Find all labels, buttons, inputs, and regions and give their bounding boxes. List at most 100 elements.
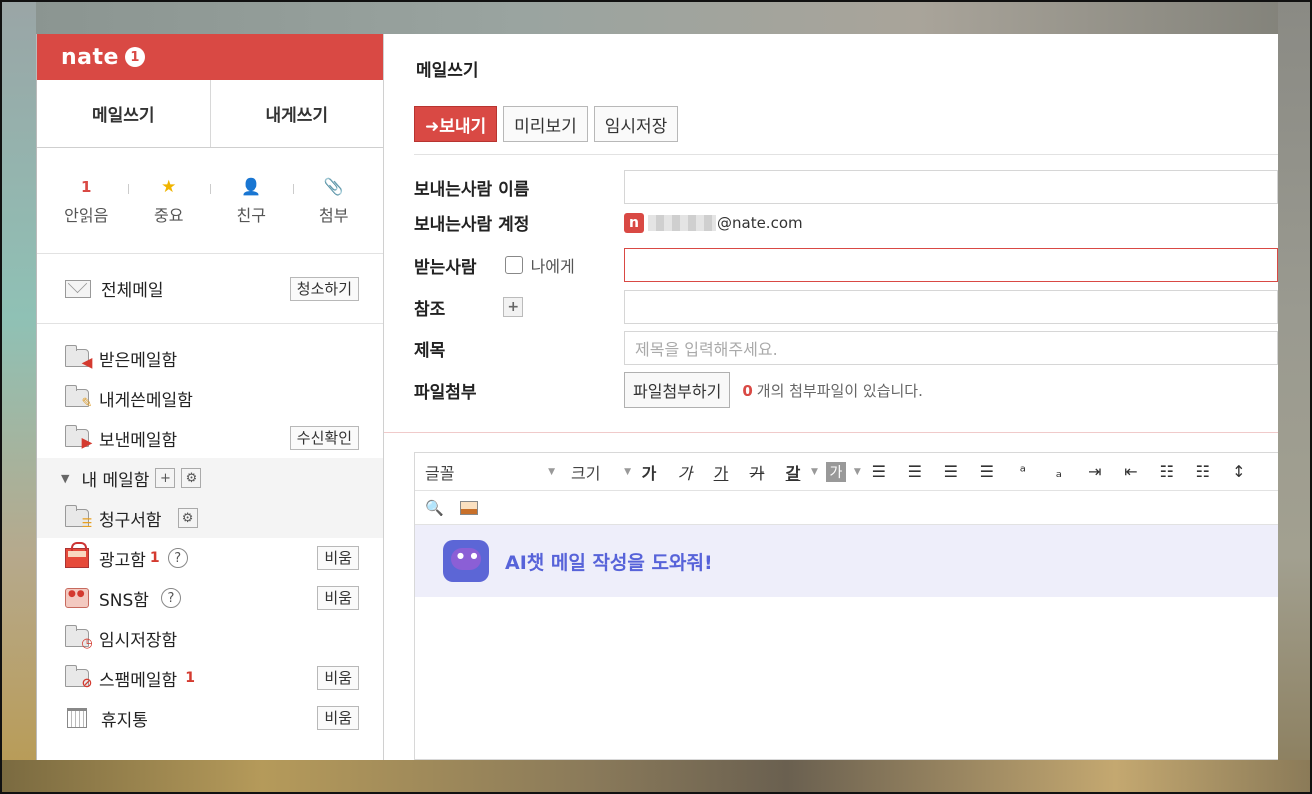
folder-sent[interactable]: ▶ 보낸메일함 수신확인 bbox=[37, 418, 383, 458]
add-folder-icon[interactable]: + bbox=[155, 468, 176, 488]
cc-input[interactable] bbox=[624, 290, 1278, 324]
folder-list: ◀ 받은메일함 ✎ 내게쓴메일함 ▶ 보낸메일함 수신확인 ▼ 내 메일함 + … bbox=[37, 324, 383, 738]
sender-account-label: 보내는사람 계정 bbox=[414, 215, 530, 235]
folder-ads[interactable]: 광고함 1 ? 비움 bbox=[37, 538, 383, 578]
folder-spam[interactable]: ⊘ 스팸메일함 1 비움 bbox=[37, 658, 383, 698]
collapse-caret-icon[interactable]: ▼ bbox=[61, 472, 69, 485]
attachment-label: 파일첨부 bbox=[414, 382, 477, 403]
section-divider bbox=[384, 432, 1278, 433]
highlight-icon[interactable]: 가 bbox=[825, 461, 846, 482]
quick-label: 친구 bbox=[236, 205, 266, 225]
attachment-row: 파일첨부 파일첨부하기 0 개의 첨부파일이 있습니다. bbox=[414, 372, 1278, 408]
recipient-label-text: 받는사람 bbox=[414, 257, 477, 278]
empty-button[interactable]: 비움 bbox=[317, 546, 359, 570]
bills-folder-icon: ☰ bbox=[65, 505, 92, 530]
attachment-count: 0 bbox=[742, 381, 753, 400]
folder-bills[interactable]: ☰ 청구서함 ⚙ bbox=[37, 498, 383, 538]
numbered-list-icon[interactable]: ☷ bbox=[1185, 462, 1221, 481]
ai-assist-banner[interactable]: AI챗 메일 작성을 도와줘! bbox=[415, 525, 1278, 597]
inbox-folder-icon: ◀ bbox=[65, 345, 92, 371]
outdent-icon[interactable]: ⇤ bbox=[1113, 462, 1149, 481]
clean-button[interactable]: 청소하기 bbox=[289, 276, 359, 301]
editor-toolbar-secondary: 🔍 bbox=[415, 491, 1278, 525]
quick-unread[interactable]: 1 안읽음 bbox=[45, 176, 128, 226]
background-right bbox=[1278, 0, 1312, 794]
empty-button[interactable]: 비움 bbox=[317, 586, 359, 610]
chevron-down-icon[interactable]: ▼ bbox=[854, 467, 861, 477]
ai-chat-icon bbox=[443, 540, 489, 582]
font-select[interactable]: 글꼴 ▼ bbox=[425, 460, 563, 484]
folder-label: SNS함 bbox=[99, 590, 149, 611]
preview-button[interactable]: 미리보기 bbox=[503, 106, 588, 142]
align-left-icon[interactable]: ☰ bbox=[861, 462, 897, 481]
attachment-info-text: 개의 첨부파일이 있습니다. bbox=[756, 381, 923, 400]
align-right-icon[interactable]: ☰ bbox=[933, 462, 969, 481]
paperclip-icon: 📎 bbox=[323, 177, 344, 196]
help-icon[interactable]: ? bbox=[167, 548, 188, 568]
subject-label: 제목 bbox=[414, 340, 446, 361]
sender-account-row: 보내는사람 계정 n @nate.com bbox=[414, 210, 1278, 235]
chevron-down-icon[interactable]: ▼ bbox=[811, 467, 818, 477]
nate-logo[interactable]: nate bbox=[61, 45, 119, 70]
line-height-icon[interactable]: ↕ bbox=[1221, 462, 1257, 481]
superscript-icon[interactable]: ᵃ bbox=[1005, 462, 1041, 481]
folder-label: 임시저장함 bbox=[99, 630, 178, 651]
background-top bbox=[0, 0, 1312, 34]
all-mail-row[interactable]: 전체메일 청소하기 bbox=[37, 254, 383, 324]
subscript-icon[interactable]: ₐ bbox=[1041, 462, 1077, 481]
cc-label-text: 참조 bbox=[414, 299, 446, 320]
self-sent-folder-icon: ✎ bbox=[65, 385, 92, 411]
compose-button[interactable]: 메일쓰기 bbox=[37, 80, 210, 147]
brand-bar: nate 1 bbox=[37, 34, 383, 80]
underline-icon[interactable]: 가 bbox=[703, 460, 739, 484]
add-cc-icon[interactable]: + bbox=[503, 297, 524, 317]
all-mail-label: 전체메일 bbox=[101, 281, 164, 301]
read-receipt-button[interactable]: 수신확인 bbox=[289, 426, 359, 450]
help-icon[interactable]: ? bbox=[160, 588, 181, 608]
ads-count: 1 bbox=[149, 550, 160, 566]
justify-icon[interactable]: ☰ bbox=[969, 462, 1005, 481]
sender-name-input[interactable] bbox=[624, 170, 1278, 204]
ai-assist-text: AI챗 메일 작성을 도와줘! bbox=[505, 551, 713, 574]
folder-label: 휴지통 bbox=[101, 710, 148, 731]
folder-inbox[interactable]: ◀ 받은메일함 bbox=[37, 338, 383, 378]
gear-icon[interactable]: ⚙ bbox=[181, 468, 202, 488]
image-icon[interactable] bbox=[459, 500, 478, 515]
recipient-input[interactable] bbox=[624, 248, 1278, 282]
folder-my-mailbox[interactable]: ▼ 내 메일함 + ⚙ bbox=[37, 458, 383, 498]
attachment-info: 0 개의 첨부파일이 있습니다. bbox=[742, 380, 923, 401]
to-me-checkbox[interactable] bbox=[504, 256, 523, 274]
save-draft-button[interactable]: 임시저장 bbox=[593, 106, 679, 142]
page-title: 메일쓰기 bbox=[416, 61, 479, 81]
folder-trash[interactable]: 휴지통 비움 bbox=[37, 698, 383, 738]
folder-label: 받은메일함 bbox=[99, 350, 178, 371]
subject-input[interactable]: 제목을 입력해주세요. bbox=[624, 331, 1278, 365]
send-button[interactable]: ➜보내기 bbox=[414, 106, 498, 142]
quick-friends[interactable]: 👤 친구 bbox=[210, 176, 293, 226]
empty-button[interactable]: 비움 bbox=[317, 706, 359, 730]
folder-self-sent[interactable]: ✎ 내게쓴메일함 bbox=[37, 378, 383, 418]
notification-badge[interactable]: 1 bbox=[124, 47, 145, 67]
attach-file-button[interactable]: 파일첨부하기 bbox=[624, 372, 731, 408]
write-to-self-button[interactable]: 내게쓰기 bbox=[209, 80, 383, 147]
size-select[interactable]: 크기 ▼ bbox=[571, 460, 631, 484]
sender-name-row: 보내는사람 이름 bbox=[414, 170, 1278, 204]
quick-attachments[interactable]: 📎 첨부 bbox=[292, 176, 376, 226]
quick-important[interactable]: ★ 중요 bbox=[127, 176, 211, 226]
indent-icon[interactable]: ⇥ bbox=[1077, 462, 1113, 481]
search-icon[interactable]: 🔍 bbox=[425, 499, 444, 517]
bullet-list-icon[interactable]: ☷ bbox=[1149, 462, 1185, 481]
quick-filters: 1 안읽음 ★ 중요 👤 친구 📎 첨부 bbox=[37, 148, 383, 254]
gear-icon[interactable]: ⚙ bbox=[177, 508, 198, 528]
unread-count: 1 bbox=[81, 177, 92, 196]
font-color-icon[interactable]: 갈 bbox=[775, 460, 811, 484]
folder-drafts[interactable]: ◷ 임시저장함 bbox=[37, 618, 383, 658]
editor-toolbar: 글꼴 ▼ 크기 ▼ 가 가 가 가 갈 ▼ 가 ▼ ☰ ☰ ☰ ☰ ᵃ ₐ ⇥ ⇤ … bbox=[415, 453, 1278, 491]
empty-button[interactable]: 비움 bbox=[317, 666, 359, 690]
align-center-icon[interactable]: ☰ bbox=[897, 462, 933, 481]
folder-sns[interactable]: SNS함 ? 비움 bbox=[37, 578, 383, 618]
quick-label: 첨부 bbox=[319, 205, 349, 225]
italic-icon[interactable]: 가 bbox=[667, 460, 703, 484]
bold-icon[interactable]: 가 bbox=[631, 460, 667, 484]
strikethrough-icon[interactable]: 가 bbox=[739, 460, 775, 484]
